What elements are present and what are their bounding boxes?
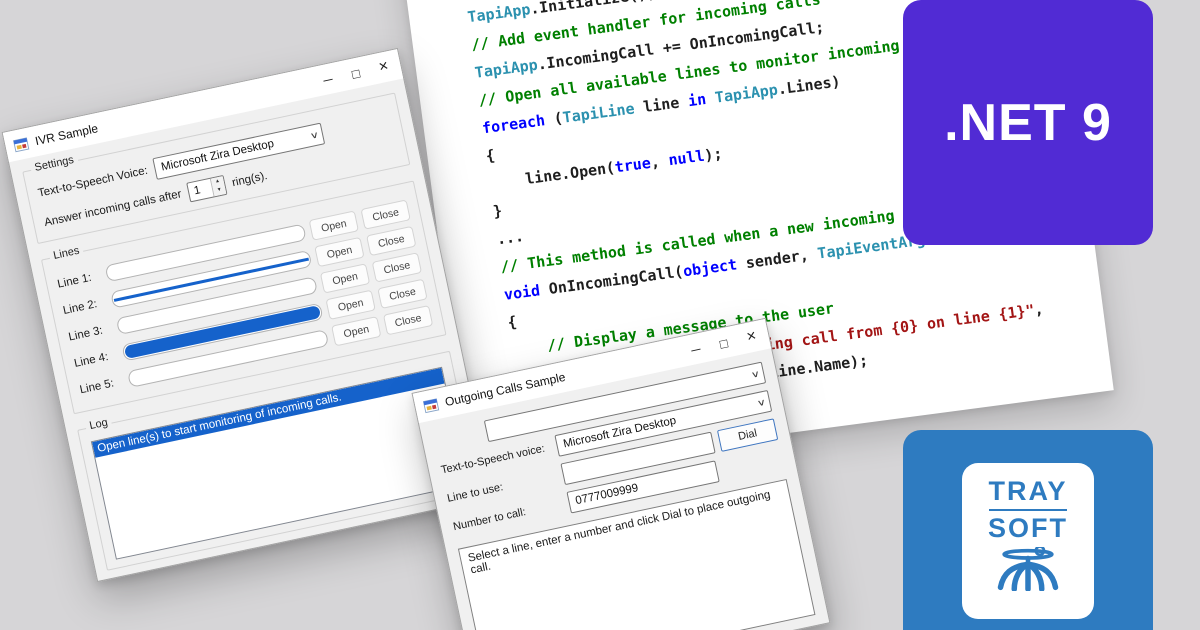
stepper-arrows[interactable]: ▴▾ xyxy=(210,176,226,196)
answer-suffix-label: ring(s). xyxy=(231,170,268,189)
close-button[interactable]: × xyxy=(745,328,757,346)
line-label: Line 2: xyxy=(62,296,108,317)
line-label: Line 3: xyxy=(67,322,113,343)
app-icon xyxy=(422,396,440,414)
line-label: Line 4: xyxy=(73,349,119,370)
ivr-body: Settings Text-to-Speech Voice: Microsoft… xyxy=(9,78,493,582)
lines-group-label: Lines xyxy=(48,244,84,263)
dotnet9-label: .NET 9 xyxy=(944,93,1112,153)
minimize-button[interactable]: ─ xyxy=(322,72,334,87)
chevron-down-icon: ∨ xyxy=(750,368,761,381)
ivr-sample-window: IVR Sample ─ □ × Settings Text-to-Speech… xyxy=(2,48,494,582)
close-line-button[interactable]: Close xyxy=(383,305,433,335)
log-group-label: Log xyxy=(85,416,113,433)
social-card: // Initialize TAPITapiApp.Initialize();/… xyxy=(0,0,1200,630)
close-button[interactable]: × xyxy=(378,58,390,76)
traysoft-logo: TRAY SOFT xyxy=(962,463,1094,619)
open-line-button[interactable]: Open xyxy=(331,316,381,346)
hand-tray-icon xyxy=(990,547,1066,591)
maximize-button[interactable]: □ xyxy=(351,66,361,80)
rings-stepper[interactable]: 1 ▴▾ xyxy=(186,175,227,202)
spin-down-icon[interactable]: ▾ xyxy=(213,185,227,196)
dotnet9-badge: .NET 9 xyxy=(903,0,1153,245)
number-value: 0777009999 xyxy=(574,482,639,507)
settings-group-label: Settings xyxy=(30,153,79,175)
app-icon xyxy=(12,135,30,153)
chevron-down-icon: ∨ xyxy=(309,129,320,142)
traysoft-word-soft: SOFT xyxy=(988,514,1068,543)
maximize-button[interactable]: □ xyxy=(718,336,728,350)
traysoft-word-tray: TRAY xyxy=(988,477,1067,506)
traysoft-badge: TRAY SOFT xyxy=(903,430,1153,630)
line-label: Line 5: xyxy=(79,375,125,396)
line-label: Line 1: xyxy=(56,269,102,290)
traysoft-divider xyxy=(989,509,1067,511)
minimize-button[interactable]: ─ xyxy=(690,342,702,357)
chevron-down-icon: ∨ xyxy=(756,396,767,409)
